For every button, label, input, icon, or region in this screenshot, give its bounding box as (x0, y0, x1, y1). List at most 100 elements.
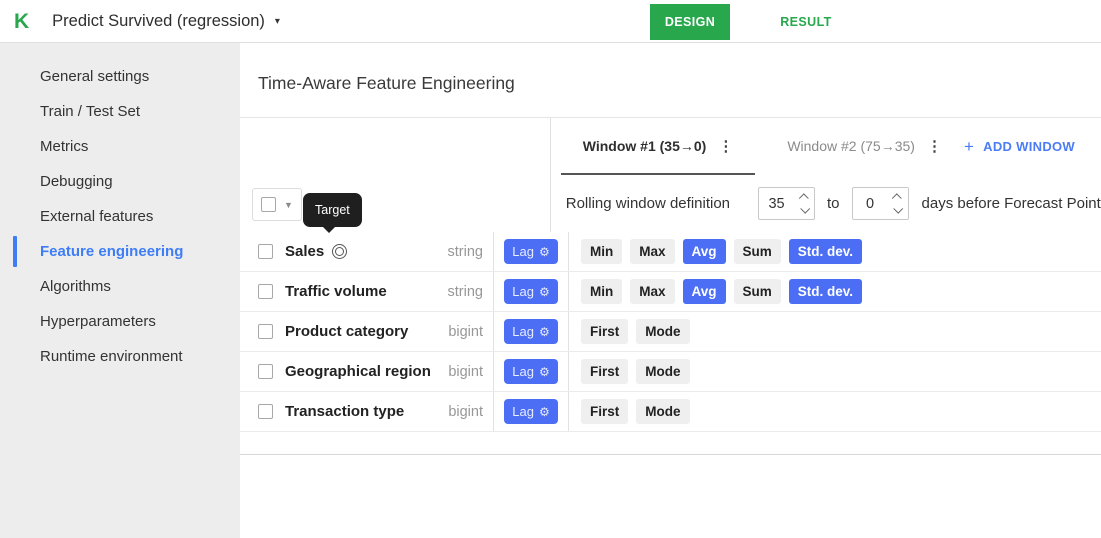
window-tabs-mount: Window #1 (35→0) ⋮ Window #2 (75→35) ⋮ (551, 118, 964, 175)
feature-name-cell: Geographical region bigint (240, 352, 493, 391)
agg-chip-avg[interactable]: Avg (682, 279, 726, 304)
window-from-value[interactable]: 35 (759, 196, 794, 212)
row-checkbox[interactable] (258, 404, 273, 419)
tab-design[interactable]: DESIGN (650, 3, 730, 40)
kebab-menu-icon[interactable]: ⋮ (927, 137, 942, 155)
sidebar-item-train-test-set[interactable]: Train / Test Set (0, 94, 240, 129)
row-checkbox[interactable] (258, 364, 273, 379)
feature-type: bigint (448, 403, 483, 420)
window-tab-1[interactable]: Window #1 (35→0) ⋮ (560, 118, 756, 175)
sidebar-item-hyperparameters[interactable]: Hyperparameters (0, 304, 240, 339)
agg-chip-mode[interactable]: Mode (636, 399, 690, 424)
lag-label: Lag (512, 364, 534, 379)
agg-chip-min[interactable]: Min (581, 239, 623, 264)
feature-name-cell: Traffic volume string (240, 272, 493, 311)
table-row: Sales string Lag ⚙ Min Max Avg Sum Std. dev. (240, 232, 1101, 272)
app-logo[interactable]: K (14, 11, 29, 32)
chevron-up-icon[interactable] (798, 193, 809, 204)
plus-icon: + (963, 137, 975, 156)
select-all-checkbox[interactable] (261, 197, 277, 212)
target-tooltip: Target (303, 193, 362, 233)
agg-chip-std-dev-[interactable]: Std. dev. (788, 239, 863, 264)
gear-icon: ⚙ (538, 404, 550, 419)
gear-icon: ⚙ (538, 364, 550, 379)
agg-chip-avg[interactable]: Avg (682, 239, 726, 264)
lag-button[interactable]: Lag ⚙ (504, 279, 558, 304)
sidebar-item-label: Runtime environment (40, 348, 183, 365)
window-tab-label: Window #2 (75→35) (787, 137, 915, 154)
project-title[interactable]: Predict Survived (regression) (52, 12, 265, 31)
agg-chip-max[interactable]: Max (630, 239, 675, 264)
sidebar-item-debugging[interactable]: Debugging (0, 164, 240, 199)
aggregations-cell: First Mode (568, 352, 1101, 391)
table-bottom-divider (240, 432, 1101, 455)
main-tabs: DESIGN RESULT (650, 0, 846, 43)
lag-button[interactable]: Lag ⚙ (504, 239, 558, 264)
select-all-control[interactable]: ▼ (252, 188, 302, 221)
sidebar-nav: General settings Train / Test Set Metric… (0, 59, 240, 374)
tab-result[interactable]: RESULT (766, 15, 846, 29)
lag-cell: Lag ⚙ (493, 272, 568, 311)
row-checkbox[interactable] (258, 244, 273, 259)
chevron-up-icon[interactable] (891, 193, 902, 204)
sidebar-item-algorithms[interactable]: Algorithms (0, 269, 240, 304)
window-from-stepper[interactable]: 35 (758, 187, 816, 220)
header-left-cell: ▼ (240, 118, 550, 232)
lag-button[interactable]: Lag ⚙ (504, 399, 558, 424)
window-section: Window #1 (35→0) ⋮ Window #2 (75→35) ⋮ +… (549, 118, 1101, 232)
table-row: Traffic volume string Lag ⚙ Min Max Avg Sum… (240, 272, 1101, 312)
agg-chip-mode[interactable]: Mode (636, 319, 690, 344)
aggregations-cell: First Mode (568, 312, 1101, 351)
window-tabs-row: Window #1 (35→0) ⋮ Window #2 (75→35) ⋮ +… (551, 118, 1101, 175)
lag-button[interactable]: Lag ⚙ (504, 359, 558, 384)
table-row: Geographical region bigint Lag ⚙ First Mo… (240, 352, 1101, 392)
lag-button[interactable]: Lag ⚙ (504, 319, 558, 344)
agg-chip-max[interactable]: Max (630, 279, 675, 304)
agg-chip-mode[interactable]: Mode (636, 359, 690, 384)
sidebar-item-metrics[interactable]: Metrics (0, 129, 240, 164)
row-checkbox[interactable] (258, 324, 273, 339)
agg-chip-sum[interactable]: Sum (733, 239, 781, 264)
sidebar-item-feature-engineering[interactable]: Feature engineering (0, 234, 240, 269)
chevron-down-icon[interactable]: ▼ (284, 200, 293, 210)
agg-chip-min[interactable]: Min (581, 279, 623, 304)
agg-chip-sum[interactable]: Sum (733, 279, 781, 304)
sidebar-item-label: Metrics (40, 138, 89, 155)
feature-name: Geographical region (285, 363, 431, 380)
agg-chip-first[interactable]: First (581, 359, 629, 384)
feature-type: string (447, 283, 483, 300)
chevron-down-icon[interactable]: ▾ (275, 16, 280, 27)
gear-icon: ⚙ (538, 284, 550, 299)
sidebar-item-general-settings[interactable]: General settings (0, 59, 240, 94)
sidebar-item-label: Debugging (40, 173, 113, 190)
window-tab-2[interactable]: Window #2 (75→35) ⋮ (765, 118, 964, 175)
chevron-down-icon[interactable] (893, 203, 904, 214)
sidebar-item-label: Hyperparameters (40, 313, 156, 330)
stepper-arrows[interactable] (794, 188, 814, 219)
add-window-button[interactable]: + ADD WINDOW (964, 138, 1075, 155)
chevron-down-icon[interactable] (799, 203, 810, 214)
agg-chip-std-dev-[interactable]: Std. dev. (788, 279, 863, 304)
sidebar-item-label: Algorithms (40, 278, 111, 295)
sidebar-item-external-features[interactable]: External features (0, 199, 240, 234)
rolling-window-suffix: days before Forecast Point (921, 195, 1101, 212)
gear-icon: ⚙ (538, 324, 550, 339)
agg-chip-first[interactable]: First (581, 399, 629, 424)
agg-chip-first[interactable]: First (581, 319, 629, 344)
kebab-menu-icon[interactable]: ⋮ (718, 137, 733, 155)
table-row: Product category bigint Lag ⚙ First Mode (240, 312, 1101, 352)
window-to-stepper[interactable]: 0 (851, 187, 909, 220)
window-to-value[interactable]: 0 (853, 196, 888, 212)
lag-label: Lag (512, 324, 534, 339)
lag-label: Lag (512, 284, 534, 299)
sidebar-item-runtime-environment[interactable]: Runtime environment (0, 339, 240, 374)
aggregations-cell: Min Max Avg Sum Std. dev. (568, 272, 1101, 311)
lag-cell: Lag ⚙ (493, 232, 568, 271)
feature-name: Product category (285, 323, 409, 340)
lag-cell: Lag ⚙ (493, 392, 568, 431)
lag-label: Lag (512, 404, 534, 419)
stepper-arrows[interactable] (888, 188, 908, 219)
settings-sidebar: General settings Train / Test Set Metric… (0, 43, 240, 538)
rolling-window-label: Rolling window definition (565, 195, 731, 212)
row-checkbox[interactable] (258, 284, 273, 299)
